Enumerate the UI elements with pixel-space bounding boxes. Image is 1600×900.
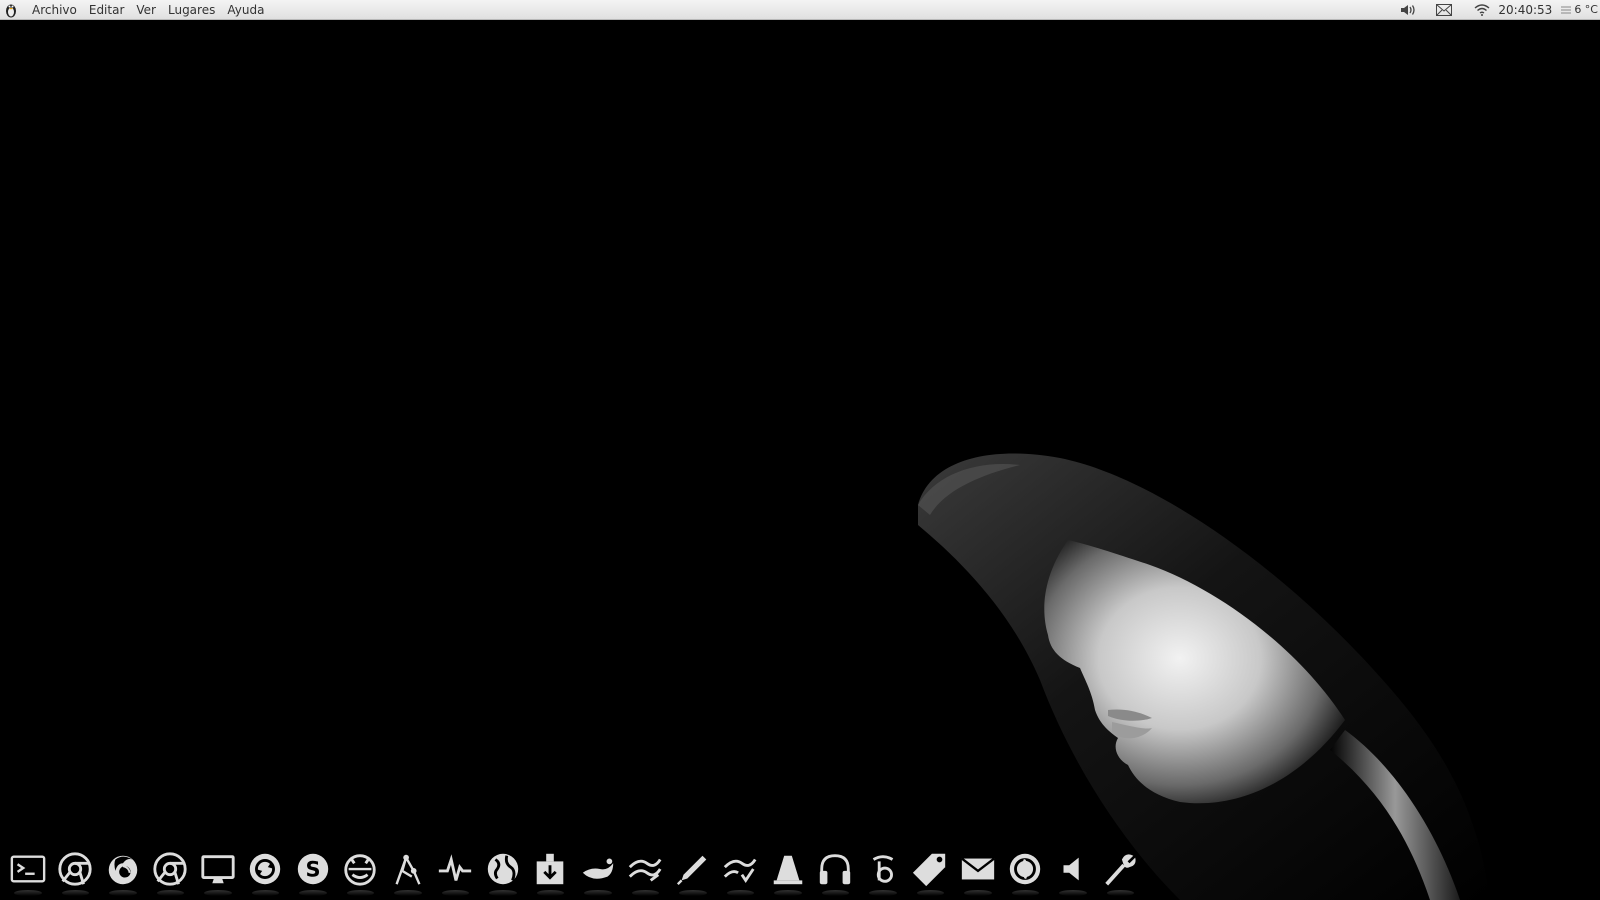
tag-launcher[interactable] — [907, 850, 955, 896]
desktop: Archivo Editar Ver Lugares Ayuda 20:40:5… — [0, 0, 1600, 900]
gimp-launcher[interactable] — [574, 850, 622, 896]
writer-icon — [629, 858, 662, 882]
weather-temp: 6 °C — [1574, 3, 1598, 16]
menu-lugares[interactable]: Lugares — [162, 0, 221, 20]
system-monitor-icon — [439, 854, 472, 881]
chromium-icon — [58, 852, 92, 886]
office-icon — [724, 858, 757, 883]
installer-icon — [536, 853, 564, 885]
writer-launcher[interactable] — [622, 850, 670, 896]
top-panel: Archivo Editar Ver Lugares Ayuda 20:40:5… — [0, 0, 1600, 20]
tux-logo-icon[interactable] — [2, 1, 20, 19]
network-tool-launcher[interactable] — [384, 850, 432, 896]
installer-launcher[interactable] — [527, 850, 575, 896]
pidgin-launcher[interactable] — [337, 850, 385, 896]
monitor-icon — [201, 855, 235, 884]
menu-editar[interactable]: Editar — [83, 0, 131, 20]
volume-icon[interactable] — [1400, 0, 1418, 20]
network-tool-icon — [395, 854, 421, 885]
firefox-launcher[interactable] — [99, 850, 147, 896]
dock: S — [4, 850, 1144, 896]
skype-icon: S — [297, 853, 328, 885]
mail-launcher[interactable] — [954, 850, 1002, 896]
settings-launcher[interactable] — [1097, 850, 1145, 896]
chromium-launcher[interactable] — [52, 850, 100, 896]
chrome-launcher[interactable] — [147, 850, 195, 896]
vlc-icon — [773, 855, 802, 885]
system-tray: 20:40:53 6 °C — [1400, 0, 1600, 20]
tag-icon — [913, 853, 946, 887]
bittorrent-launcher[interactable] — [859, 850, 907, 896]
headphones-launcher[interactable] — [812, 850, 860, 896]
wifi-icon[interactable] — [1474, 0, 1490, 20]
headphones-icon — [820, 854, 851, 885]
chrome-icon — [153, 852, 187, 886]
update-manager-icon — [250, 853, 281, 885]
weather-indicator[interactable]: 6 °C — [1560, 3, 1598, 16]
mail-icon[interactable] — [1436, 0, 1453, 20]
monitor-launcher[interactable] — [194, 850, 242, 896]
recovery-icon — [1010, 853, 1041, 885]
wallpaper-image — [0, 20, 1600, 900]
globe-launcher[interactable] — [479, 850, 527, 896]
gimp-icon — [582, 858, 613, 879]
system-monitor-launcher[interactable] — [432, 850, 480, 896]
mail-icon — [960, 857, 995, 880]
svg-text:S: S — [305, 858, 320, 882]
terminal-launcher[interactable] — [4, 850, 52, 896]
update-manager-launcher[interactable] — [242, 850, 290, 896]
vlc-launcher[interactable] — [764, 850, 812, 896]
menu-ayuda[interactable]: Ayuda — [221, 0, 270, 20]
skype-launcher[interactable]: S — [289, 850, 337, 896]
firefox-icon — [108, 855, 137, 885]
speaker-icon — [1063, 857, 1079, 881]
pidgin-icon — [344, 854, 376, 886]
office-launcher[interactable] — [717, 850, 765, 896]
terminal-icon — [10, 855, 46, 883]
menu-archivo[interactable]: Archivo — [26, 0, 83, 20]
globe-icon — [487, 853, 518, 885]
weather-fog-icon — [1561, 6, 1572, 13]
pen-launcher[interactable] — [669, 850, 717, 896]
menu-ver[interactable]: Ver — [130, 0, 162, 20]
bittorrent-icon — [872, 855, 893, 883]
recovery-launcher[interactable] — [1002, 850, 1050, 896]
settings-icon — [1105, 854, 1136, 886]
pen-icon — [676, 855, 707, 886]
speaker-launcher[interactable] — [1049, 850, 1097, 896]
clock[interactable]: 20:40:53 — [1498, 3, 1552, 17]
